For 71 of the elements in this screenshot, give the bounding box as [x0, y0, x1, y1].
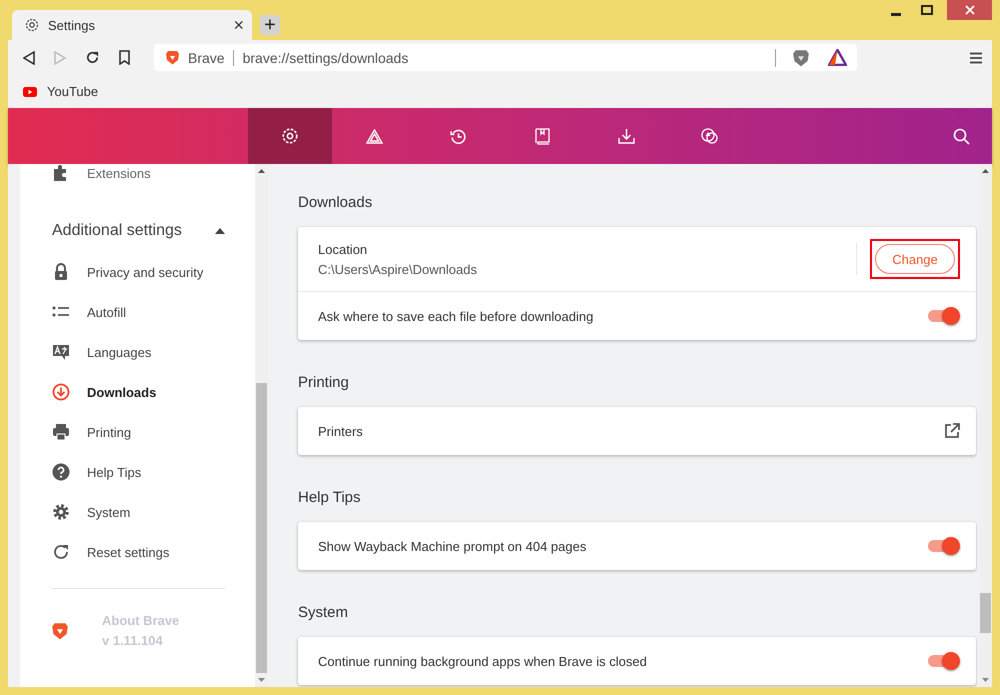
close-icon — [964, 5, 974, 15]
settings-icon — [24, 17, 40, 33]
reset-icon — [52, 543, 70, 561]
toggle-switch[interactable] — [928, 310, 958, 322]
sidebar-item[interactable]: Printing — [52, 412, 225, 452]
sidebar-item[interactable]: System — [52, 492, 225, 532]
section-heading: Help Tips — [298, 489, 362, 506]
lock-icon — [52, 263, 70, 281]
book-icon — [534, 128, 550, 144]
location-path: C:\Users\Aspire\Downloads — [318, 262, 478, 276]
toggle-switch[interactable] — [928, 655, 958, 667]
scrollbar-thumb[interactable] — [256, 383, 267, 673]
play-icon — [23, 86, 37, 96]
scroll-up-icon[interactable] — [258, 169, 265, 173]
scroll-down-icon[interactable] — [982, 678, 989, 682]
sidebar-item[interactable]: Help Tips — [52, 452, 225, 492]
settings-icon — [281, 127, 299, 145]
gear-icon — [52, 503, 70, 521]
section-toggle[interactable]: Additional settings — [52, 216, 225, 246]
close-tab-button[interactable]: × — [233, 16, 244, 34]
new-tab-button[interactable]: + — [260, 15, 280, 35]
setting-label: Location — [318, 242, 368, 256]
triangle-icon[interactable] — [828, 49, 847, 66]
browser-tab[interactable]: Settings × — [12, 10, 252, 40]
download-icon — [52, 383, 70, 401]
sidebar-item[interactable]: Languages — [52, 332, 225, 372]
search-icon[interactable] — [953, 128, 970, 144]
address-bar[interactable]: Brave brave://settings/downloads — [154, 44, 857, 71]
lion-icon — [52, 622, 68, 640]
menu-icon[interactable] — [970, 52, 982, 64]
help-icon — [52, 463, 70, 481]
url-text: brave://settings/downloads — [242, 50, 408, 66]
bookmark-item[interactable]: YouTube — [23, 84, 98, 99]
shield-icon[interactable] — [793, 48, 809, 66]
lion-icon — [166, 50, 179, 65]
scroll-up-icon[interactable] — [982, 169, 989, 173]
sidebar-scrollbar[interactable] — [255, 164, 268, 687]
scroll-down-icon[interactable] — [258, 678, 265, 682]
section-heading: System — [298, 604, 350, 621]
translate-icon — [52, 343, 70, 361]
setting-label: Continue running background apps when Brave is closed — [318, 654, 648, 668]
sidebar-item[interactable]: Downloads — [52, 372, 225, 412]
tab-title: Settings — [48, 18, 96, 32]
setting-label: Printers — [318, 424, 364, 438]
section-heading: Downloads — [298, 194, 374, 211]
sidebar-item[interactable]: Privacy and security — [52, 252, 225, 292]
main-scrollbar[interactable] — [979, 164, 992, 687]
sidebar-item[interactable]: Extensions — [52, 164, 225, 182]
version-text: v 1.11.104 — [102, 633, 164, 648]
reload-icon[interactable] — [85, 50, 100, 65]
setting-label: Ask where to save each file before downloading — [318, 308, 594, 324]
toggle-switch[interactable] — [928, 540, 958, 552]
printer-icon — [52, 423, 70, 441]
maximize-icon[interactable] — [921, 5, 933, 15]
bookmark-icon[interactable] — [119, 50, 130, 65]
scrollbar-thumb[interactable] — [980, 593, 991, 633]
setting-label: Show Wayback Machine prompt on 404 pages — [318, 538, 588, 554]
minimize-icon[interactable] — [891, 12, 901, 16]
caret-icon — [215, 228, 225, 234]
history-icon — [450, 128, 466, 144]
download-icon — [618, 128, 634, 144]
coins-icon — [701, 128, 719, 144]
triangle-icon — [366, 128, 382, 144]
site-label: Brave — [188, 50, 234, 66]
back-icon[interactable] — [23, 50, 35, 64]
close-window-button[interactable] — [947, 0, 992, 20]
section-heading: Printing — [298, 374, 350, 391]
sidebar-item[interactable]: Reset settings — [52, 532, 225, 572]
about-title: About Brave — [102, 613, 180, 628]
external-link-icon[interactable] — [944, 423, 960, 439]
sidebar-item[interactable]: Autofill — [52, 292, 225, 332]
